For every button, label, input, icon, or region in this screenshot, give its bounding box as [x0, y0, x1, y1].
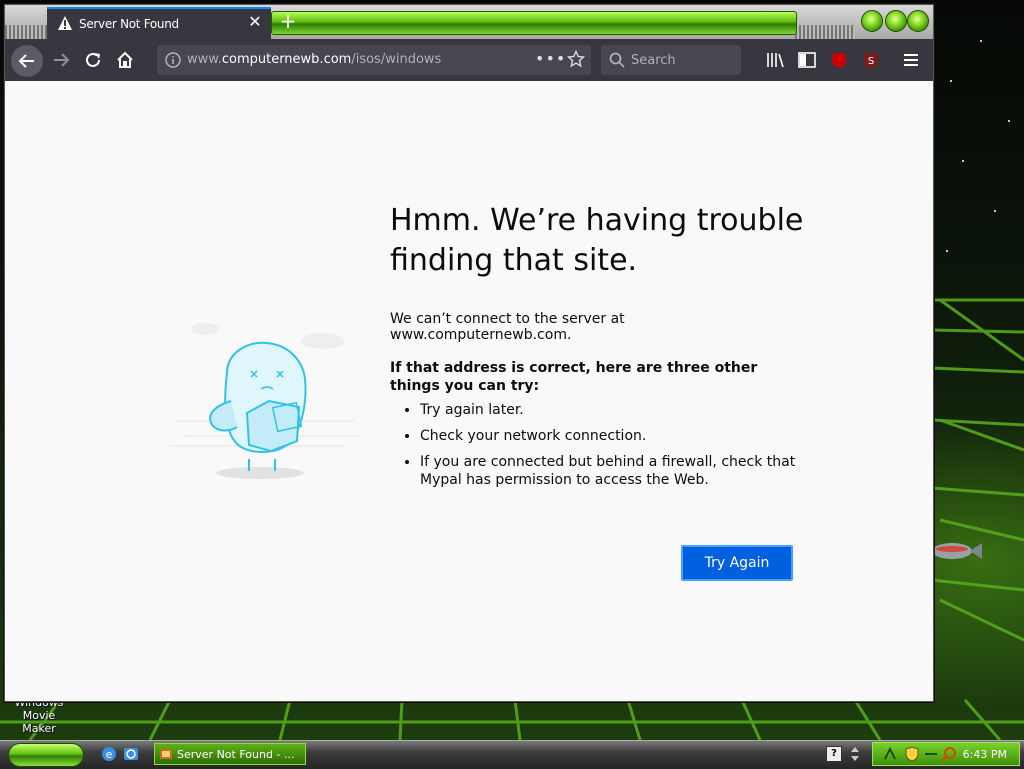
url-path: /isos/windows [351, 52, 442, 67]
new-tab-plus-icon[interactable]: + [277, 11, 299, 33]
search-placeholder: Search [631, 53, 676, 68]
svg-text:e: e [106, 748, 113, 761]
titlebar-texture [5, 25, 47, 39]
tray-arrow-icon[interactable] [925, 749, 937, 759]
tab-title: Server Not Found [79, 17, 179, 31]
list-item: Check your network connection. [420, 427, 800, 445]
help-icon[interactable]: ? [826, 746, 842, 762]
warning-icon [58, 16, 72, 30]
ublock-origin-icon[interactable] [825, 46, 853, 74]
system-tray: 6:43 PM [872, 742, 1020, 766]
library-icon[interactable] [761, 46, 789, 74]
star [980, 40, 982, 42]
taskbar-window-label: Server Not Found - ... [177, 747, 295, 761]
tray-scroll-arrows-icon[interactable] [850, 745, 860, 763]
star [950, 80, 952, 82]
star [962, 160, 964, 162]
maximize-button[interactable] [885, 10, 907, 32]
clock[interactable]: 6:43 PM [963, 748, 1007, 761]
try-again-button[interactable]: Try Again [681, 545, 793, 581]
tabstrip-fill [271, 11, 797, 35]
home-icon[interactable] [111, 46, 139, 74]
tab-bar: Server Not Found ✕ + [5, 5, 933, 39]
network-tray-icon[interactable] [883, 747, 897, 761]
back-arrow-icon[interactable] [11, 45, 43, 77]
titlebar-texture [795, 25, 855, 39]
close-window-button[interactable] [907, 10, 929, 32]
mypal-app-icon [160, 749, 172, 759]
forward-arrow-icon[interactable] [47, 46, 75, 74]
search-input[interactable]: Search [601, 45, 741, 75]
hamburger-menu-icon[interactable] [897, 46, 925, 74]
error-description: We can’t connect to the server at www.co… [390, 311, 625, 343]
address-bar[interactable]: www.computernewb.com/isos/windows ••• [157, 45, 591, 75]
suggestions-list: Try again later. Check your network conn… [405, 401, 800, 497]
tray-search-icon[interactable] [941, 746, 957, 762]
error-title: Hmm. We’re having trouble finding that s… [390, 203, 804, 278]
taskbar: e Server Not Found - ... ? 6:43 PM [0, 740, 1024, 769]
network-error-illustration [170, 323, 360, 479]
list-item: Try again later. [420, 401, 800, 419]
tab-server-not-found[interactable]: Server Not Found ✕ [47, 7, 271, 39]
url-text: www.computernewb.com/isos/windows [187, 52, 441, 67]
taskbar-window-button[interactable]: Server Not Found - ... [154, 743, 306, 765]
desktop-icon-label-line2: Maker [22, 722, 56, 735]
page-actions-menu-icon[interactable]: ••• [535, 49, 566, 68]
svg-text:S: S [868, 56, 874, 67]
noscript-icon[interactable]: S [857, 46, 885, 74]
bookmark-star-icon[interactable] [567, 50, 585, 68]
star [1008, 120, 1010, 122]
security-shield-icon[interactable] [905, 746, 919, 762]
error-suggestions-heading: If that address is correct, here are thr… [390, 360, 758, 394]
internet-explorer-icon[interactable]: e [100, 745, 118, 763]
star [946, 250, 948, 252]
close-tab-icon[interactable]: ✕ [245, 12, 265, 32]
site-info-icon[interactable] [165, 52, 181, 68]
sidebar-toggle-icon[interactable] [793, 46, 821, 74]
outlook-express-icon[interactable] [122, 745, 140, 763]
navigation-toolbar: www.computernewb.com/isos/windows ••• Se… [5, 39, 933, 81]
start-button[interactable] [8, 743, 84, 767]
list-item: If you are connected but behind a firewa… [420, 453, 800, 489]
fish-wallpaper-icon [932, 543, 982, 559]
reload-icon[interactable] [79, 46, 107, 74]
url-prefix: www. [187, 52, 222, 67]
minimize-button[interactable] [861, 10, 883, 32]
url-domain: computernewb.com [221, 52, 352, 67]
search-icon [609, 52, 625, 68]
error-page: Hmm. We’re having trouble finding that s… [5, 81, 933, 701]
star [994, 210, 996, 212]
browser-window: Server Not Found ✕ + www.computernewb.co… [4, 4, 934, 702]
